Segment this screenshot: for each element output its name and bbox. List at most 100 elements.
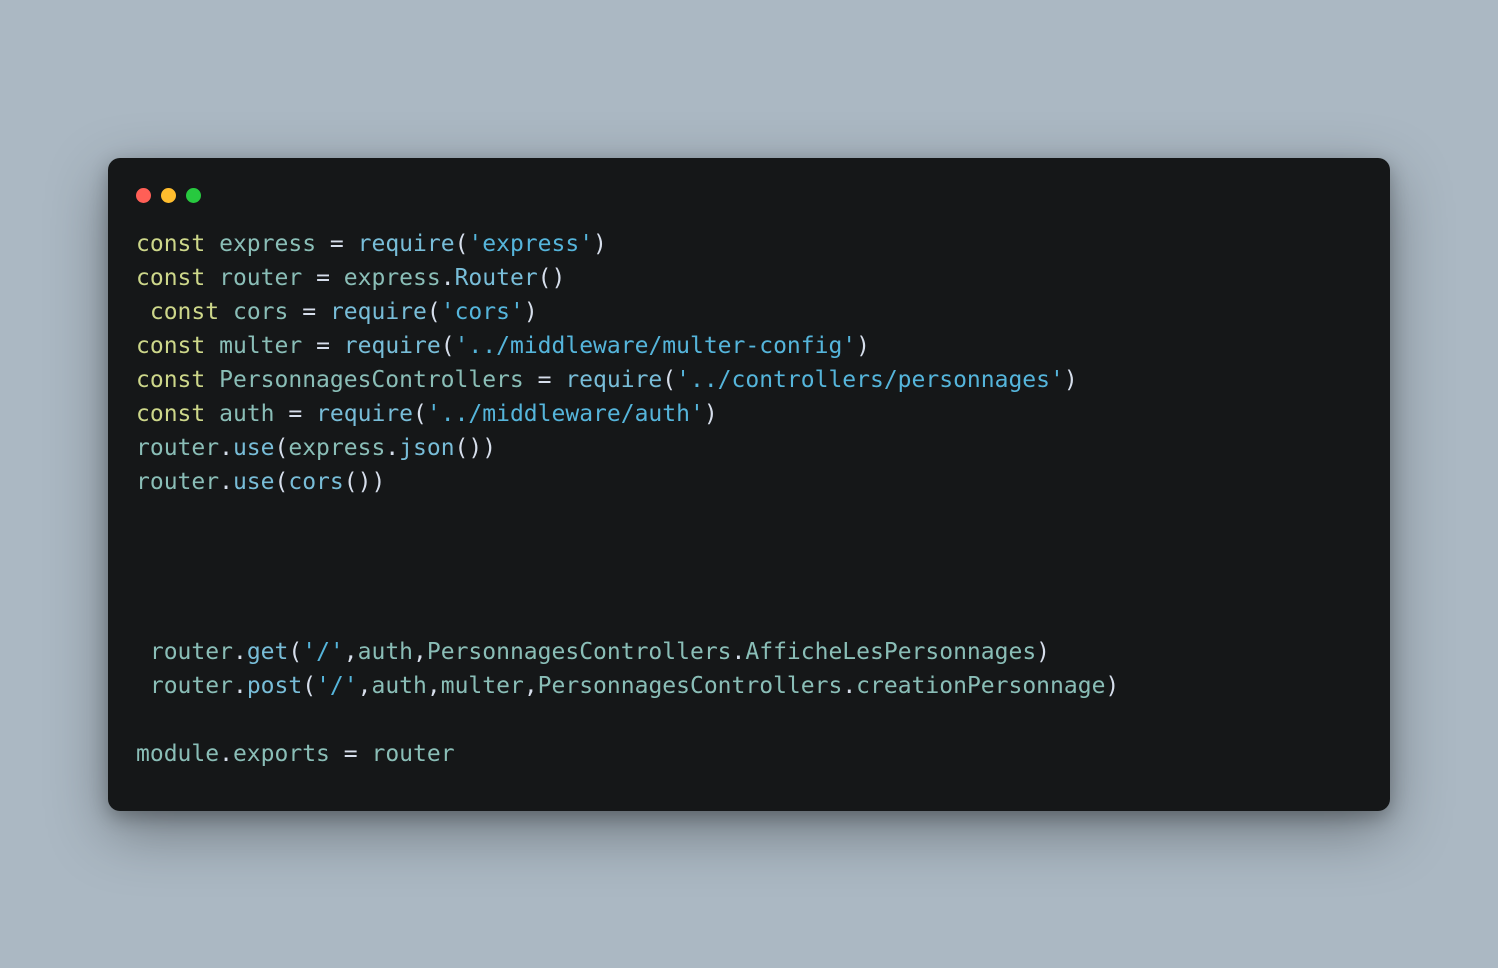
- token-pn: (: [275, 435, 289, 461]
- token-pn: .: [842, 673, 856, 699]
- token-id: express: [288, 435, 385, 461]
- token-id: auth: [358, 639, 413, 665]
- token-pn: ): [1036, 639, 1050, 665]
- token-pn: (: [275, 469, 289, 495]
- token-id: PersonnagesControllers: [427, 639, 732, 665]
- token-id: AfficheLesPersonnages: [745, 639, 1036, 665]
- token-op: =: [288, 401, 302, 427]
- token-kw: const: [136, 367, 205, 393]
- token-str: '/': [302, 639, 344, 665]
- blank-line: [136, 703, 1362, 737]
- blank-line: [136, 567, 1362, 601]
- token-str: '../middleware/multer-config': [455, 333, 857, 359]
- token-pn: (): [538, 265, 566, 291]
- token-fn: post: [247, 673, 302, 699]
- token-kw: const: [136, 265, 205, 291]
- token-pn: .: [233, 639, 247, 665]
- code-line: const router = express.Router(): [136, 265, 565, 291]
- token-pn: ): [856, 333, 870, 359]
- blank-line: [136, 533, 1362, 567]
- code-line: const PersonnagesControllers = require('…: [136, 367, 1078, 393]
- token-pn: .: [732, 639, 746, 665]
- code-line: router.use(cors()): [136, 469, 385, 495]
- token-pn: ,: [524, 673, 538, 699]
- token-pn: (: [413, 401, 427, 427]
- token-id: express: [344, 265, 441, 291]
- token-id: PersonnagesControllers: [219, 367, 524, 393]
- token-fn: use: [233, 435, 275, 461]
- token-pn: ,: [344, 639, 358, 665]
- token-id: router: [136, 469, 219, 495]
- token-op: =: [302, 299, 316, 325]
- token-pn: .: [219, 435, 233, 461]
- token-op: =: [316, 265, 330, 291]
- token-id: module: [136, 741, 219, 767]
- token-str: 'express': [468, 231, 593, 257]
- token-pn: ,: [427, 673, 441, 699]
- token-fn: require: [344, 333, 441, 359]
- token-id: multer: [441, 673, 524, 699]
- token-fn: json: [399, 435, 454, 461]
- token-id: router: [150, 639, 233, 665]
- token-fn: Router: [455, 265, 538, 291]
- token-id: auth: [219, 401, 274, 427]
- token-fn: cors: [288, 469, 343, 495]
- token-fn: require: [565, 367, 662, 393]
- token-str: '/': [316, 673, 358, 699]
- token-id: multer: [219, 333, 302, 359]
- token-pn: (: [427, 299, 441, 325]
- token-id: cors: [233, 299, 288, 325]
- token-id: exports: [233, 741, 330, 767]
- token-pn: ()): [455, 435, 497, 461]
- code-line: module.exports = router: [136, 741, 455, 767]
- token-fn: require: [358, 231, 455, 257]
- token-id: router: [150, 673, 233, 699]
- token-op: =: [330, 231, 344, 257]
- token-pn: ): [524, 299, 538, 325]
- close-icon[interactable]: [136, 188, 151, 203]
- token-kw: const: [136, 333, 205, 359]
- token-pn: .: [219, 469, 233, 495]
- token-id: router: [219, 265, 302, 291]
- token-pn: ,: [413, 639, 427, 665]
- token-op: =: [316, 333, 330, 359]
- token-op: =: [538, 367, 552, 393]
- token-fn: require: [316, 401, 413, 427]
- token-pn: .: [385, 435, 399, 461]
- window-titlebar: [136, 182, 1362, 227]
- token-op: =: [344, 741, 358, 767]
- token-kw: const: [150, 299, 219, 325]
- code-block: const express = require('express') const…: [136, 227, 1362, 771]
- code-line: router.get('/',auth,PersonnagesControlle…: [136, 639, 1050, 665]
- token-fn: require: [330, 299, 427, 325]
- token-str: '../controllers/personnages': [676, 367, 1064, 393]
- token-id: router: [136, 435, 219, 461]
- blank-line: [136, 499, 1362, 533]
- maximize-icon[interactable]: [186, 188, 201, 203]
- code-line: const auth = require('../middleware/auth…: [136, 401, 718, 427]
- token-id: router: [371, 741, 454, 767]
- token-id: creationPersonnage: [856, 673, 1105, 699]
- token-id: express: [219, 231, 316, 257]
- minimize-icon[interactable]: [161, 188, 176, 203]
- code-line: const cors = require('cors'): [136, 299, 538, 325]
- token-pn: (: [662, 367, 676, 393]
- token-pn: ): [593, 231, 607, 257]
- token-pn: ): [704, 401, 718, 427]
- token-str: '../middleware/auth': [427, 401, 704, 427]
- token-pn: (: [441, 333, 455, 359]
- code-line: router.post('/',auth,multer,PersonnagesC…: [136, 673, 1119, 699]
- token-fn: get: [247, 639, 289, 665]
- token-pn: .: [219, 741, 233, 767]
- token-str: 'cors': [441, 299, 524, 325]
- token-pn: ,: [358, 673, 372, 699]
- code-window: const express = require('express') const…: [108, 158, 1390, 811]
- blank-line: [136, 601, 1362, 635]
- token-pn: (: [288, 639, 302, 665]
- token-id: PersonnagesControllers: [538, 673, 843, 699]
- token-id: auth: [371, 673, 426, 699]
- code-line: router.use(express.json()): [136, 435, 496, 461]
- token-pn: (: [302, 673, 316, 699]
- token-kw: const: [136, 231, 205, 257]
- token-pn: ): [1105, 673, 1119, 699]
